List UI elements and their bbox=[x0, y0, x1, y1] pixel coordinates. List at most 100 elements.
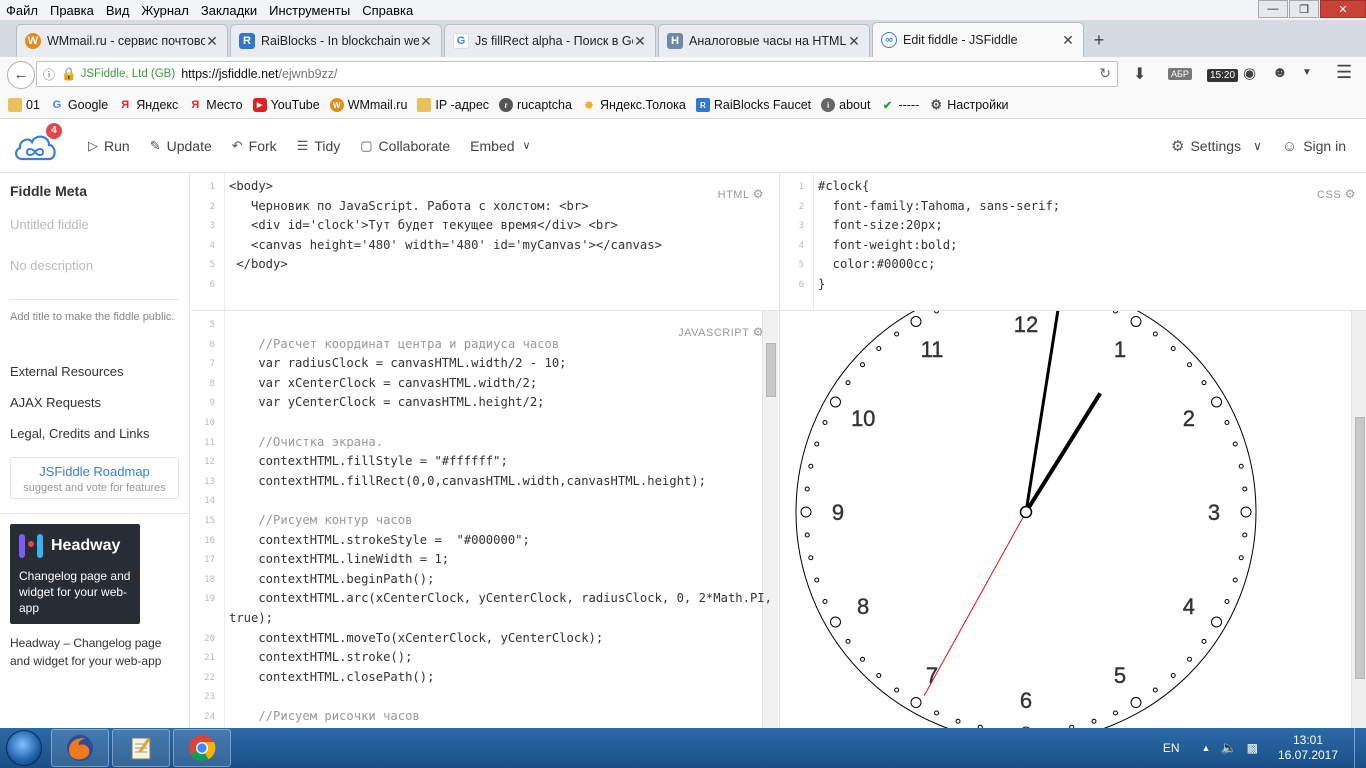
bookmark-google[interactable]: G Google bbox=[50, 98, 109, 112]
time-badge[interactable]: 15:20 bbox=[1207, 69, 1239, 82]
back-button[interactable]: ← bbox=[7, 60, 35, 89]
tab-jsfiddle[interactable]: ∞ Edit fiddle - JSFiddle ✕ bbox=[872, 22, 1084, 57]
close-window-button[interactable]: ✕ bbox=[1320, 0, 1366, 18]
tab-google-search[interactable]: G Js fillRect alpha - Поиск в Go ✕ bbox=[444, 24, 656, 57]
sidebar-item-external-resources[interactable]: External Resources bbox=[10, 364, 179, 379]
close-tab-icon[interactable]: ✕ bbox=[1061, 32, 1075, 49]
hamburger-menu-icon[interactable]: ☰ bbox=[1336, 62, 1352, 83]
close-tab-icon[interactable]: ✕ bbox=[633, 33, 647, 50]
collaborate-button[interactable]: ▢ Collaborate bbox=[360, 138, 450, 154]
close-tab-icon[interactable]: ✕ bbox=[847, 33, 861, 50]
embed-button[interactable]: Embed ∨ bbox=[470, 138, 530, 154]
minute-tick bbox=[1186, 362, 1192, 368]
fiddle-title-input[interactable]: Untitled fiddle bbox=[10, 217, 179, 232]
clock-number: 10 bbox=[851, 406, 875, 431]
taskbar-clock[interactable]: 13:01 16.07.2017 bbox=[1268, 733, 1348, 763]
js-scrollbar[interactable] bbox=[762, 311, 778, 728]
bookmark-ip[interactable]: IP -адрес bbox=[417, 98, 489, 112]
bookmark-yandex[interactable]: Я Яндекс bbox=[118, 98, 178, 112]
html-editor[interactable]: HTML ⚙ 1 <body> 2 Черновик по JavaScript. … bbox=[191, 173, 778, 311]
jsfiddle-logo[interactable]: 4 bbox=[12, 122, 62, 163]
menu-view[interactable]: Вид bbox=[100, 3, 136, 18]
sidebar-item-ajax-requests[interactable]: AJAX Requests bbox=[10, 395, 179, 410]
headway-caption[interactable]: Headway – Changelog page and widget for … bbox=[10, 634, 179, 670]
tab-habr[interactable]: H Аналоговые часы на HTML ✕ bbox=[658, 24, 870, 57]
update-button[interactable]: ✎ Update bbox=[150, 138, 212, 154]
fiddle-description-input[interactable]: No description bbox=[10, 258, 179, 273]
chevron-down-icon[interactable]: ▼ bbox=[1302, 67, 1312, 78]
sidebar-item-legal[interactable]: Legal, Credits and Links bbox=[10, 426, 179, 441]
code-line: contextHTML.strokeStyle = "#000000"; bbox=[229, 532, 530, 547]
code-line: var radiusClock = canvasHTML.width/2 - 1… bbox=[229, 356, 567, 371]
extension-icon[interactable]: ◉ bbox=[1243, 64, 1256, 82]
taskbar-chrome[interactable] bbox=[173, 729, 231, 767]
menu-file[interactable]: Файл bbox=[0, 3, 44, 18]
language-indicator[interactable]: EN bbox=[1163, 741, 1180, 755]
minute-tick bbox=[845, 638, 851, 644]
tab-raiblocks[interactable]: R RaiBlocks - In blockchain we ✕ bbox=[230, 24, 442, 57]
scroll-thumb[interactable] bbox=[1355, 417, 1365, 679]
run-button[interactable]: ▷ Run bbox=[88, 138, 130, 154]
result-panel[interactable]: 12 1 2 3 4 5 6 7 8 9 10 11 bbox=[779, 311, 1366, 728]
info-icon[interactable]: ⓘ bbox=[43, 66, 55, 83]
sign-in-button[interactable]: ☺ Sign in bbox=[1282, 138, 1346, 155]
bookmark-dashes[interactable]: ✔ ----- bbox=[880, 98, 919, 112]
lang-badge[interactable]: АБР bbox=[1168, 68, 1192, 80]
show-desktop-button[interactable] bbox=[1354, 728, 1366, 768]
code-line: </body> bbox=[229, 257, 288, 272]
bookmark-label: ----- bbox=[898, 98, 920, 112]
menu-edit[interactable]: Правка bbox=[44, 3, 100, 18]
tab-title: Edit fiddle - JSFiddle bbox=[903, 33, 1018, 47]
new-tab-button[interactable]: + bbox=[1086, 24, 1112, 57]
bookmark-rucaptcha[interactable]: r rucaptcha bbox=[499, 98, 572, 112]
taskbar-notepad[interactable] bbox=[112, 729, 170, 767]
taskbar-firefox[interactable] bbox=[51, 729, 109, 767]
speaker-icon[interactable]: 🔈 bbox=[1220, 740, 1236, 756]
bookmark-youtube[interactable]: ▶ YouTube bbox=[252, 98, 320, 112]
bookmark-raiblocks-faucet[interactable]: R RaiBlocks Faucet bbox=[695, 98, 811, 112]
menu-bookmarks[interactable]: Закладки bbox=[195, 3, 263, 18]
menu-help[interactable]: Справка bbox=[356, 3, 419, 18]
bookmark-01[interactable]: 01 bbox=[8, 98, 40, 112]
settings-button[interactable]: ⚙ Settings ∨ bbox=[1171, 137, 1262, 155]
line-number: 4 bbox=[209, 240, 215, 251]
start-button[interactable] bbox=[0, 728, 48, 768]
bookmark-wmmail[interactable]: W WMmail.ru bbox=[329, 98, 407, 112]
url-bar[interactable]: ⓘ 🔒 JSFiddle, Ltd (GB) https://jsfiddle.… bbox=[36, 61, 1118, 87]
css-editor[interactable]: CSS ⚙ 1 #clock{2 font-family:Tahoma, sans… bbox=[779, 173, 1366, 311]
menu-tools[interactable]: Инструменты bbox=[263, 3, 356, 18]
roadmap-link[interactable]: JSFiddle Roadmap suggest and vote for fe… bbox=[10, 457, 179, 499]
show-hidden-icons-icon[interactable]: ▲ bbox=[1202, 743, 1211, 753]
tidy-button[interactable]: ☰ Tidy bbox=[297, 138, 341, 154]
bookmark-settings[interactable]: ⚙ Настройки bbox=[929, 97, 1008, 112]
chrome-icon bbox=[189, 735, 216, 762]
fork-button[interactable]: ↶ Fork bbox=[232, 138, 277, 154]
reload-icon[interactable]: ↻ bbox=[1099, 65, 1111, 82]
line-number: 5 bbox=[798, 260, 804, 271]
js-editor[interactable]: JAVASCRIPT ⚙ 5 6 //Расчет координат центр… bbox=[191, 311, 778, 728]
headway-ad[interactable]: Headway Changelog page and widget for yo… bbox=[10, 524, 140, 624]
hour-tick bbox=[1211, 616, 1223, 628]
bookmark-about[interactable]: i about bbox=[821, 98, 870, 112]
clock-number: 11 bbox=[921, 337, 944, 362]
site-identity: JSFiddle, Ltd (GB) bbox=[80, 68, 176, 80]
download-icon[interactable]: ⬇ bbox=[1133, 64, 1146, 84]
result-scrollbar[interactable] bbox=[1351, 311, 1366, 728]
chevron-down-icon: ∨ bbox=[522, 140, 531, 152]
network-icon[interactable]: ▩ bbox=[1247, 741, 1258, 755]
minimize-button[interactable]: — bbox=[1258, 0, 1288, 18]
menu-history[interactable]: Журнал bbox=[135, 3, 194, 18]
gear-icon[interactable]: ⚙ bbox=[753, 187, 764, 201]
scroll-thumb[interactable] bbox=[766, 343, 776, 397]
face-icon[interactable]: ☻ bbox=[1272, 64, 1288, 81]
clock-number: 3 bbox=[1208, 500, 1220, 525]
gear-icon[interactable]: ⚙ bbox=[1345, 187, 1356, 201]
bookmark-toloka[interactable]: ✸ Яндекс.Толока bbox=[582, 98, 686, 112]
line-number: 2 bbox=[209, 201, 215, 212]
tab-wmmail[interactable]: W WMmail.ru - сервис почтово ✕ bbox=[16, 24, 228, 57]
bookmark-mesto[interactable]: Я Место bbox=[188, 98, 242, 112]
maximize-button[interactable]: ❐ bbox=[1289, 0, 1319, 18]
close-tab-icon[interactable]: ✕ bbox=[205, 33, 219, 50]
minute-tick bbox=[1232, 577, 1238, 583]
close-tab-icon[interactable]: ✕ bbox=[419, 33, 433, 50]
